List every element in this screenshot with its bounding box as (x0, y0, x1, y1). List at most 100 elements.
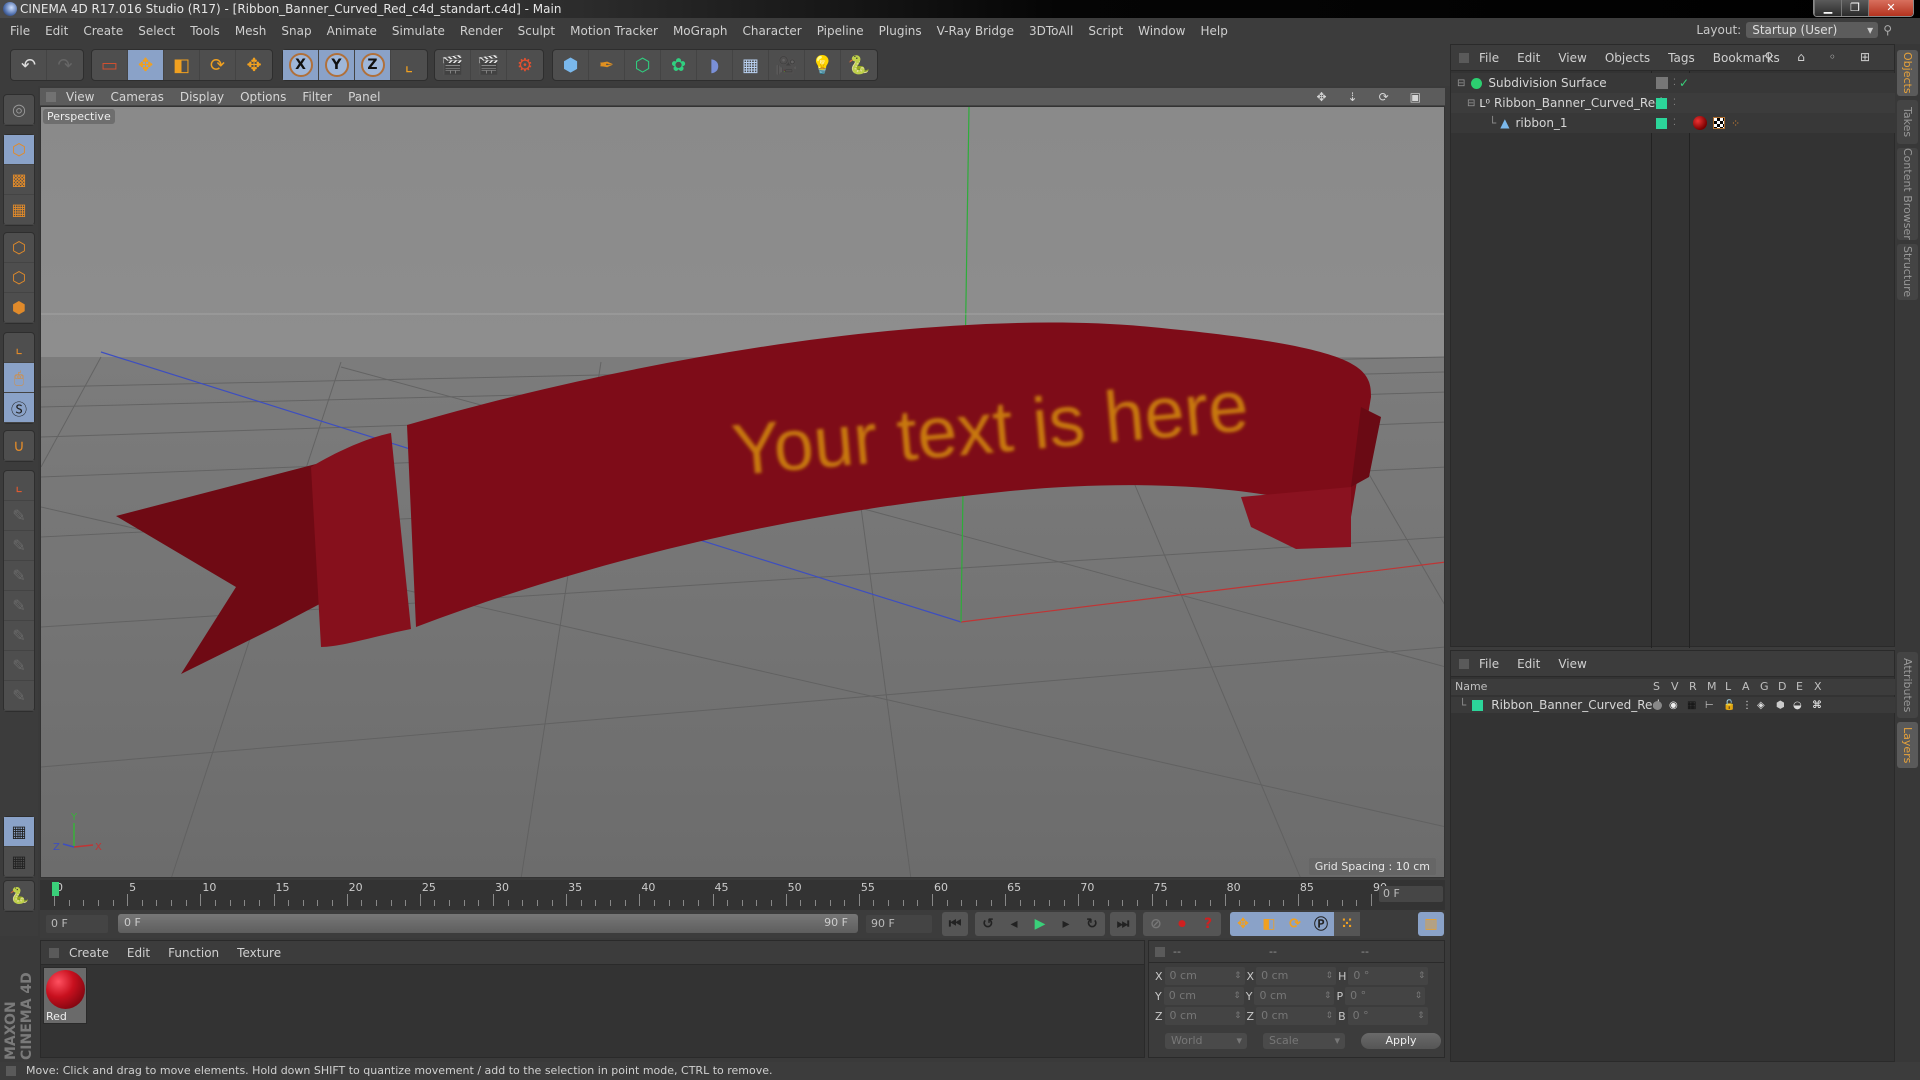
scale-icon[interactable]: ◧ (164, 50, 200, 80)
om-menu-objects[interactable]: Objects (1605, 51, 1650, 65)
object-name[interactable]: Subdivision Surface (1488, 76, 1606, 90)
live-selection-icon[interactable]: ▭ (92, 50, 128, 80)
position-x-field[interactable]: 0 cm (1164, 967, 1245, 985)
coordinate-system-icon[interactable]: ⌞ (391, 50, 427, 80)
panel-grip-icon[interactable] (1459, 659, 1469, 669)
x-axis-icon[interactable]: X (283, 50, 319, 80)
undo-icon[interactable]: ↶ (11, 50, 47, 80)
layer-color-swatch[interactable] (1656, 97, 1667, 109)
model-mode-icon[interactable]: ⬡ (4, 135, 34, 165)
animation-icon[interactable]: ⋮ (1742, 700, 1752, 711)
menu-script[interactable]: Script (1088, 24, 1123, 38)
menu-snap[interactable]: Snap (281, 24, 311, 38)
menu-v-ray-bridge[interactable]: V-Ray Bridge (937, 24, 1014, 38)
render-picture-viewer-icon[interactable]: 🎬 (471, 50, 507, 80)
menu-animate[interactable]: Animate (327, 24, 377, 38)
object-row-ribbon-banner[interactable]: ⊟ L⁰ Ribbon_Banner_Curved_Red ⁚ (1451, 93, 1896, 113)
key-scale-icon[interactable]: ◧ (1256, 912, 1282, 936)
r-tool-icon[interactable]: ✎ (4, 561, 34, 591)
tab-structure[interactable]: Structure (1897, 244, 1918, 300)
python-script-icon[interactable]: 🐍 (4, 881, 34, 911)
om-menu-view[interactable]: View (1558, 51, 1586, 65)
collapse-icon[interactable]: ⊟ (1457, 78, 1465, 89)
generators-icon[interactable]: ◈ (1757, 700, 1765, 711)
orbit-icon[interactable]: ⟳ (1379, 90, 1389, 104)
tab-content-browser[interactable]: Content Browser (1897, 148, 1918, 240)
edges-mode-icon[interactable]: ⬡ (4, 263, 34, 293)
lm-menu-view[interactable]: View (1558, 657, 1586, 671)
texture-tag-icon[interactable] (1713, 117, 1725, 129)
restore-button[interactable]: ❐ (1841, 0, 1868, 16)
size-y-field[interactable]: 0 cm (1254, 987, 1335, 1005)
manager-icon[interactable]: ⊢ (1705, 700, 1714, 711)
menu-file[interactable]: File (10, 24, 30, 38)
om-menu-edit[interactable]: Edit (1517, 51, 1540, 65)
maximize-view-icon[interactable]: ▣ (1410, 90, 1421, 104)
viewport-menu-display[interactable]: Display (180, 90, 224, 104)
panel-grip-icon[interactable] (1459, 53, 1469, 63)
object-name[interactable]: Ribbon_Banner_Curved_Red (1494, 96, 1663, 110)
psr-tool-icon[interactable]: ✎ (4, 591, 34, 621)
menu-edit[interactable]: Edit (45, 24, 68, 38)
goto-end-icon[interactable]: ⏭ (1110, 912, 1136, 936)
position-y-field[interactable]: 0 cm (1163, 987, 1244, 1005)
layer-color-swatch[interactable] (1472, 699, 1484, 711)
axis-mode-icon[interactable]: ⌞ (4, 333, 34, 363)
prev-keyframe-icon[interactable]: ↺ (975, 912, 1001, 936)
next-frame-icon[interactable]: ▸ (1053, 912, 1079, 936)
menu-tools[interactable]: Tools (190, 24, 220, 38)
3d-viewport[interactable]: Your text is here Y X Z Perspective Grid… (40, 106, 1445, 878)
visibility-dots-icon[interactable]: ⁚ (1673, 98, 1676, 108)
menu-simulate[interactable]: Simulate (392, 24, 445, 38)
mm-menu-create[interactable]: Create (69, 946, 109, 960)
menu-create[interactable]: Create (83, 24, 123, 38)
mm-menu-texture[interactable]: Texture (237, 946, 281, 960)
snap-magnet-icon[interactable]: ∪ (4, 431, 34, 461)
move-icon[interactable]: ✥ (128, 50, 164, 80)
editor-visibility-icon[interactable] (1656, 77, 1668, 89)
panel-grip-icon[interactable] (1155, 947, 1165, 957)
viewport-menu-filter[interactable]: Filter (302, 90, 332, 104)
mm-menu-function[interactable]: Function (168, 946, 219, 960)
dolly-icon[interactable]: ⇣ (1348, 90, 1358, 104)
lock-workplane-icon[interactable]: ▦ (4, 817, 34, 847)
timeline[interactable]: 051015202530354045505560657075808590 0 F (40, 880, 1445, 910)
menu-motion-tracker[interactable]: Motion Tracker (570, 24, 658, 38)
viewport-menu-cameras[interactable]: Cameras (110, 90, 163, 104)
view-eye-icon[interactable]: ◉ (1669, 700, 1678, 711)
panel-grip-icon[interactable] (49, 948, 59, 958)
end-frame-field[interactable]: 90 F (866, 915, 932, 933)
python-icon[interactable]: 🐍 (841, 50, 877, 80)
collapse-icon[interactable]: ⊟ (1467, 98, 1475, 109)
frame-range-slider[interactable]: 0 F 90 F (118, 914, 858, 933)
camera-icon[interactable]: 🎥 (769, 50, 805, 80)
cube-icon[interactable]: ⬢ (553, 50, 589, 80)
tab-takes[interactable]: Takes (1897, 100, 1918, 144)
start-frame-field[interactable]: 0 F (46, 915, 108, 933)
move-alt-icon[interactable]: ✥ (236, 50, 272, 80)
next-keyframe-icon[interactable]: ↻ (1079, 912, 1105, 936)
prev-frame-icon[interactable]: ◂ (1001, 912, 1027, 936)
tab-layers[interactable]: Layers (1897, 722, 1918, 768)
polygons-mode-icon[interactable]: ⬢ (4, 293, 34, 323)
workplane-axis-icon[interactable]: ⌞ (4, 471, 34, 501)
keyframe-selection-icon[interactable]: ? (1195, 912, 1221, 936)
eye-icon[interactable]: ◦ (1829, 50, 1836, 64)
rotation-p-field[interactable]: 0 ° (1345, 987, 1426, 1005)
key-pla-icon[interactable]: ⁙ (1334, 912, 1360, 936)
misc-tool-icon[interactable]: ✎ (4, 681, 34, 711)
key-position-icon[interactable]: ✥ (1230, 912, 1256, 936)
xref-icon[interactable]: ⌘ (1812, 700, 1822, 711)
array-icon[interactable]: ✿ (661, 50, 697, 80)
layout-dropdown[interactable]: Startup (User) (1746, 22, 1879, 38)
floor-icon[interactable]: ▦ (733, 50, 769, 80)
autokey-icon[interactable]: ⏺ (1169, 912, 1195, 936)
workplane-mode-icon[interactable]: ▦ (4, 195, 34, 225)
apply-button[interactable]: Apply (1361, 1033, 1441, 1049)
current-frame-field[interactable]: 0 F (1379, 886, 1443, 902)
column-render[interactable]: R (1689, 680, 1697, 693)
render-settings-icon[interactable]: ⚙ (507, 50, 543, 80)
coordinate-space-dropdown[interactable]: World ▾ (1165, 1033, 1247, 1049)
points-mode-icon[interactable]: ⬡ (4, 233, 34, 263)
y-axis-icon[interactable]: Y (319, 50, 355, 80)
